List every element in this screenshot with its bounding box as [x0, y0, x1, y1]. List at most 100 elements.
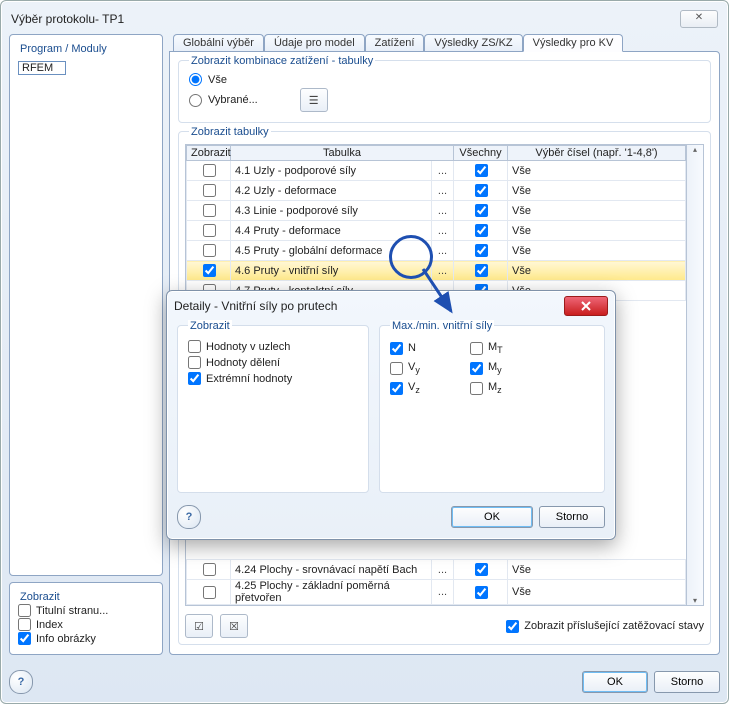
row-selection[interactable]: Vše [508, 560, 686, 580]
row-show-checkbox[interactable] [203, 244, 216, 257]
row-show-checkbox[interactable] [203, 563, 216, 576]
window-close-button[interactable]: ✕ [680, 10, 718, 28]
row-all-checkbox[interactable] [475, 164, 488, 177]
table-row[interactable]: 4.6 Pruty - vnitřní síly... Vše [187, 261, 686, 281]
row-selection[interactable]: Vše [508, 201, 686, 221]
modal-close-button[interactable] [564, 296, 608, 316]
chk-vy[interactable]: Vy [390, 361, 470, 375]
tab-vysledky-zs-kz[interactable]: Výsledky ZS/KZ [424, 34, 522, 52]
chk-titulni-stranu[interactable]: Titulní stranu... [18, 604, 154, 617]
window-titlebar: Výběr protokolu- TP1 ✕ [9, 8, 720, 34]
table-row[interactable]: 4.2 Uzly - deformace... Vše [187, 181, 686, 201]
grid-scrollbar[interactable] [687, 144, 704, 606]
deselect-all-button[interactable]: ☒ [220, 614, 248, 638]
modal-maxmin-title: Max./min. vnitřní síly [390, 320, 494, 332]
modal-zobrazit-panel: Zobrazit Hodnoty v uzlech Hodnoty dělení… [177, 325, 369, 493]
row-all-checkbox[interactable] [475, 264, 488, 277]
table-row[interactable]: 4.3 Linie - podporové síly... Vše [187, 201, 686, 221]
chk-my[interactable]: My [470, 361, 550, 375]
main-window: Výběr protokolu- TP1 ✕ Program / Moduly … [0, 0, 729, 704]
modal-storno-button[interactable]: Storno [539, 506, 605, 528]
main-storno-button[interactable]: Storno [654, 671, 720, 693]
details-modal: Detaily - Vnitřní síly po prutech Zobraz… [166, 290, 616, 540]
row-name: 4.5 Pruty - globální deformace [231, 241, 432, 261]
row-selection[interactable]: Vše [508, 161, 686, 181]
row-details-button[interactable]: ... [431, 201, 453, 221]
row-details-button[interactable]: ... [431, 181, 453, 201]
row-details-button[interactable]: ... [431, 261, 453, 281]
row-all-checkbox[interactable] [475, 244, 488, 257]
row-show-checkbox[interactable] [203, 586, 216, 599]
help-icon: ? [18, 676, 25, 688]
table-row[interactable]: 4.5 Pruty - globální deformace... Vše [187, 241, 686, 261]
table-row[interactable]: 4.4 Pruty - deformace... Vše [187, 221, 686, 241]
row-show-checkbox[interactable] [203, 224, 216, 237]
col-zobrazit: Zobrazit [187, 146, 231, 161]
chk-hodnoty-uzlech[interactable]: Hodnoty v uzlech [188, 340, 358, 353]
row-name: 4.1 Uzly - podporové síly [231, 161, 432, 181]
modal-help-button[interactable]: ? [177, 505, 201, 529]
section-tables-footer: ☑ ☒ Zobrazit příslušející zatěžovací sta… [185, 614, 704, 638]
row-details-button[interactable]: ... [431, 580, 453, 605]
tab-zatizeni[interactable]: Zatížení [365, 34, 425, 52]
uncheckall-icon: ☒ [229, 620, 239, 633]
row-selection[interactable]: Vše [508, 261, 686, 281]
main-ok-button[interactable]: OK [582, 671, 648, 693]
chk-vz[interactable]: Vz [390, 381, 470, 395]
row-all-checkbox[interactable] [475, 184, 488, 197]
table-row[interactable]: 4.24 Plochy - srovnávací napětí Bach...V… [187, 560, 686, 580]
modal-title: Detaily - Vnitřní síly po prutech [174, 299, 337, 313]
radio-vse[interactable]: Vše [189, 73, 700, 86]
select-all-button[interactable]: ☑ [185, 614, 213, 638]
zobrazit-title: Zobrazit [18, 591, 154, 603]
row-all-checkbox[interactable] [475, 586, 488, 599]
row-show-checkbox[interactable] [203, 264, 216, 277]
row-details-button[interactable]: ... [431, 241, 453, 261]
help-button[interactable]: ? [9, 670, 33, 694]
row-details-button[interactable]: ... [431, 161, 453, 181]
row-all-checkbox[interactable] [475, 204, 488, 217]
row-all-checkbox[interactable] [475, 224, 488, 237]
table-row[interactable]: 4.1 Uzly - podporové síly... Vše [187, 161, 686, 181]
row-name: 4.2 Uzly - deformace [231, 181, 432, 201]
help-icon: ? [186, 511, 193, 523]
section-combos-title: Zobrazit kombinace zatížení - tabulky [189, 55, 375, 67]
chk-mt[interactable]: MT [470, 341, 550, 355]
tab-udaje-pro-model[interactable]: Údaje pro model [264, 34, 365, 52]
row-selection[interactable]: Vše [508, 221, 686, 241]
radio-vybrane[interactable]: Vybrané... [189, 94, 258, 107]
tab-vysledky-pro-kv[interactable]: Výsledky pro KV [523, 34, 624, 52]
row-details-button[interactable]: ... [431, 221, 453, 241]
row-show-checkbox[interactable] [203, 184, 216, 197]
modal-zobrazit-title: Zobrazit [188, 320, 232, 332]
window-title: Výběr protokolu- TP1 [11, 12, 124, 26]
chk-hodnoty-deleni[interactable]: Hodnoty dělení [188, 356, 358, 369]
row-show-checkbox[interactable] [203, 204, 216, 217]
table-row[interactable]: 4.25 Plochy - základní poměrná přetvořen… [187, 580, 686, 605]
chk-index[interactable]: Index [18, 618, 154, 631]
col-vsechny: Všechny [454, 146, 508, 161]
modal-maxmin-panel: Max./min. vnitřní síly N MT Vy My Vz Mz [379, 325, 605, 493]
modal-ok-button[interactable]: OK [451, 506, 533, 528]
chk-extremni[interactable]: Extrémní hodnoty [188, 372, 358, 385]
chk-show-load-cases[interactable]: Zobrazit příslušející zatěžovací stavy [506, 620, 704, 633]
row-details-button[interactable]: ... [431, 560, 453, 580]
pick-selection-button[interactable]: ☰ [300, 88, 328, 112]
row-name: 4.4 Pruty - deformace [231, 221, 432, 241]
row-selection[interactable]: Vše [508, 241, 686, 261]
section-tables-title: Zobrazit tabulky [189, 126, 271, 138]
program-modules-title: Program / Moduly [18, 43, 154, 55]
tab-globalni-vyber[interactable]: Globální výběr [173, 34, 264, 52]
chk-mz[interactable]: Mz [470, 381, 550, 395]
row-name: 4.25 Plochy - základní poměrná přetvořen [231, 580, 432, 605]
chk-info-obrazky[interactable]: Info obrázky [18, 632, 154, 645]
row-selection[interactable]: Vše [508, 580, 686, 605]
row-all-checkbox[interactable] [475, 563, 488, 576]
col-tabulka: Tabulka [231, 146, 454, 161]
row-show-checkbox[interactable] [203, 164, 216, 177]
row-selection[interactable]: Vše [508, 181, 686, 201]
module-item[interactable]: RFEM [18, 61, 66, 75]
row-name: 4.3 Linie - podporové síly [231, 201, 432, 221]
chk-n[interactable]: N [390, 341, 470, 355]
row-name: 4.6 Pruty - vnitřní síly [231, 261, 432, 281]
